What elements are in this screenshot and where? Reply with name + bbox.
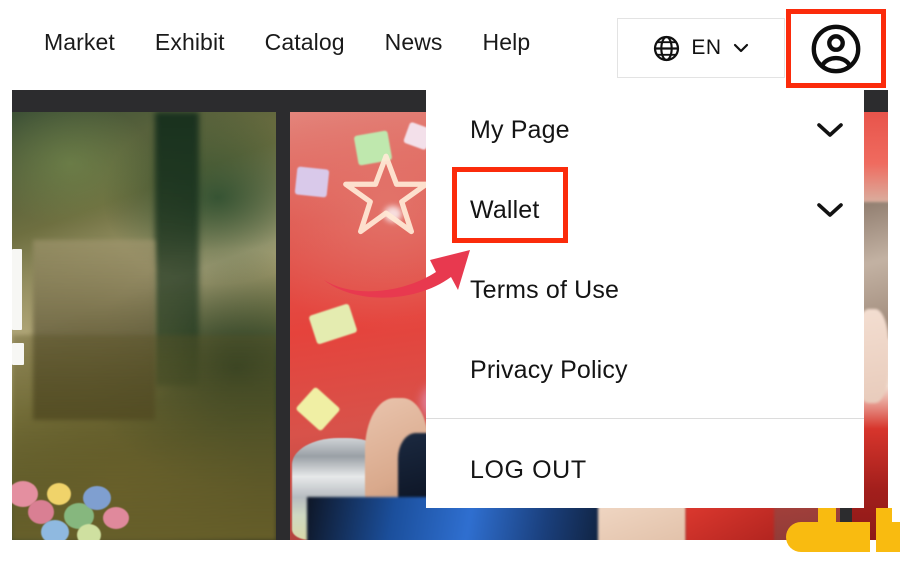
- account-circle-icon: [811, 24, 861, 73]
- artwork-card-left[interactable]: [12, 112, 276, 540]
- menu-item-label: My Page: [470, 115, 570, 144]
- menu-item-label: Privacy Policy: [470, 355, 628, 384]
- nav-link-catalog[interactable]: Catalog: [265, 27, 345, 57]
- menu-divider: [426, 418, 864, 419]
- account-button[interactable]: [786, 9, 886, 88]
- screen-root: Market Exhibit Catalog News Help EN My P…: [0, 0, 900, 562]
- menu-item-privacy-policy[interactable]: Privacy Policy: [426, 330, 864, 410]
- flower-decoration: [12, 454, 165, 540]
- top-navigation-bar: Market Exhibit Catalog News Help EN: [0, 0, 900, 90]
- language-selector[interactable]: EN: [617, 18, 785, 78]
- nav-links: Market Exhibit Catalog News Help: [44, 27, 530, 57]
- menu-item-label: LOG OUT: [470, 455, 587, 484]
- menu-item-wallet[interactable]: Wallet: [426, 170, 864, 250]
- nav-link-help[interactable]: Help: [483, 27, 531, 57]
- artwork-left-image: [12, 112, 276, 540]
- chevron-down-icon: [733, 43, 748, 53]
- nav-link-news[interactable]: News: [385, 27, 443, 57]
- menu-item-log-out[interactable]: LOG OUT: [426, 430, 864, 510]
- nav-link-market[interactable]: Market: [44, 27, 115, 57]
- menu-item-label: Wallet: [470, 195, 540, 224]
- language-value: EN: [691, 36, 722, 59]
- chevron-down-icon[interactable]: [815, 121, 845, 139]
- hero-frame-divider-1: [276, 90, 290, 540]
- globe-icon: [654, 35, 680, 61]
- nav-link-exhibit[interactable]: Exhibit: [155, 27, 225, 57]
- neon-star-icon: [343, 153, 430, 234]
- menu-item-my-page[interactable]: My Page: [426, 90, 864, 170]
- chevron-down-icon[interactable]: [815, 201, 845, 219]
- yellow-logo-mark: [784, 508, 900, 554]
- menu-item-terms-of-use[interactable]: Terms of Use: [426, 250, 864, 330]
- menu-item-label: Terms of Use: [470, 275, 620, 304]
- account-dropdown-menu: My Page Wallet Terms of Use Privacy Poli…: [426, 90, 864, 508]
